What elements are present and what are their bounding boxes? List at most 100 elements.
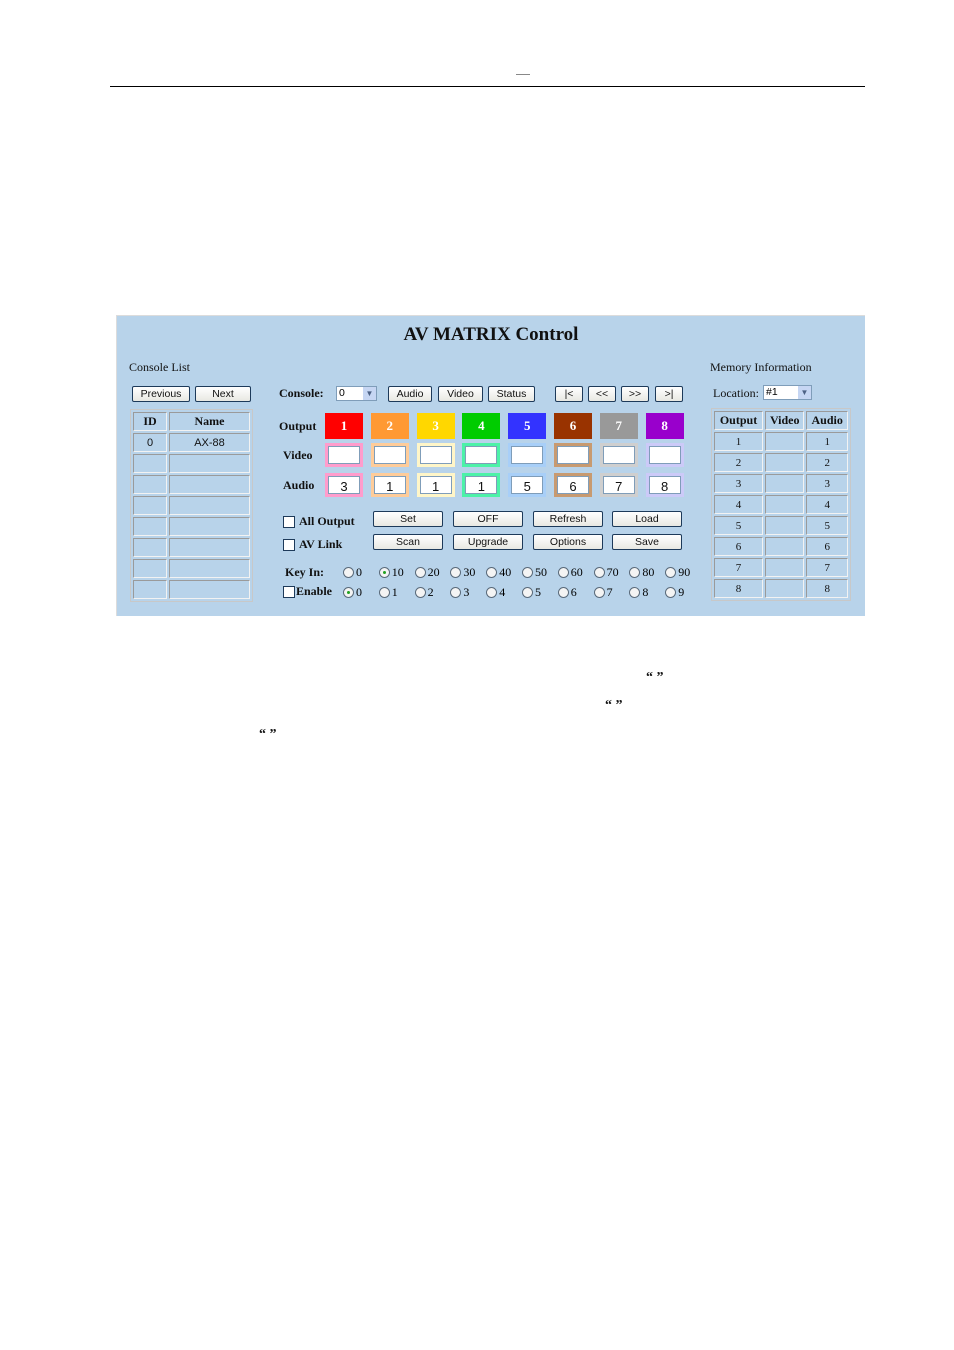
options-button[interactable]: Options	[533, 534, 603, 550]
key-in-radio-70[interactable]: 70	[593, 565, 619, 580]
audio-input-3[interactable]: 1	[416, 473, 455, 497]
enable-radio-1[interactable]: 1	[378, 585, 398, 600]
enable-radio-8[interactable]: 8	[629, 585, 648, 600]
video-input-7[interactable]	[599, 443, 638, 467]
video-input-8[interactable]	[645, 443, 684, 467]
radio-icon[interactable]	[557, 587, 569, 598]
av-link-checkbox[interactable]	[283, 539, 295, 551]
key-in-radio-20[interactable]: 20	[414, 565, 440, 580]
console-row[interactable]	[133, 496, 250, 515]
key-in-radio-50[interactable]: 50	[522, 565, 547, 580]
audio-input-8[interactable]: 8	[645, 473, 684, 497]
audio-value[interactable]: 7	[602, 476, 635, 494]
key-in-radio-40[interactable]: 40	[486, 565, 511, 580]
video-value[interactable]	[648, 446, 681, 464]
video-value[interactable]	[465, 446, 498, 464]
output-5-button[interactable]: 5	[508, 413, 547, 439]
console-select[interactable]: 0 ▼	[336, 386, 377, 401]
save-button[interactable]: Save	[612, 534, 682, 550]
key-in-radio-90[interactable]: 90	[665, 565, 690, 580]
radio-icon[interactable]	[343, 587, 354, 598]
radio-icon[interactable]	[593, 587, 605, 598]
radio-icon[interactable]	[522, 587, 533, 598]
radio-icon[interactable]	[450, 567, 462, 578]
video-value[interactable]	[511, 446, 544, 464]
enable-radio-0[interactable]: 0	[343, 585, 362, 600]
radio-icon[interactable]	[450, 587, 462, 598]
audio-value[interactable]: 8	[648, 476, 681, 494]
enable-radio-3[interactable]: 3	[450, 585, 469, 600]
console-row[interactable]: 0 AX-88	[133, 433, 250, 452]
audio-value[interactable]: 1	[373, 476, 406, 494]
output-7-button[interactable]: 7	[599, 413, 638, 439]
audio-button[interactable]: Audio	[388, 386, 432, 402]
radio-icon[interactable]	[414, 567, 426, 578]
radio-icon[interactable]	[378, 567, 390, 578]
enable-radio-2[interactable]: 2	[414, 585, 434, 600]
key-in-radio-0[interactable]: 0	[343, 565, 362, 580]
radio-icon[interactable]	[486, 587, 498, 598]
output-2-button[interactable]: 2	[370, 413, 409, 439]
radio-icon[interactable]	[665, 567, 677, 578]
enable-radio-7[interactable]: 7	[593, 585, 613, 600]
radio-icon[interactable]	[629, 567, 641, 578]
location-select[interactable]: #1 ▼	[763, 385, 812, 400]
radio-icon[interactable]	[486, 567, 498, 578]
key-in-radio-10[interactable]: 10	[378, 565, 404, 580]
status-button[interactable]: Status	[488, 386, 535, 402]
radio-icon[interactable]	[557, 567, 569, 578]
upgrade-button[interactable]: Upgrade	[453, 534, 523, 550]
off-button[interactable]: OFF	[453, 511, 523, 527]
prev-page-button[interactable]: <<	[588, 386, 616, 402]
radio-icon[interactable]	[414, 587, 426, 598]
video-input-5[interactable]	[508, 443, 547, 467]
console-row[interactable]	[133, 538, 250, 557]
enable-radio-4[interactable]: 4	[486, 585, 505, 600]
video-button[interactable]: Video	[438, 386, 483, 402]
video-value[interactable]	[328, 446, 360, 464]
load-button[interactable]: Load	[612, 511, 682, 527]
audio-value[interactable]: 6	[557, 476, 589, 494]
video-value[interactable]	[373, 446, 406, 464]
audio-input-7[interactable]: 7	[599, 473, 638, 497]
output-8-button[interactable]: 8	[645, 413, 684, 439]
previous-button[interactable]: Previous	[132, 386, 190, 402]
console-row[interactable]	[133, 475, 250, 494]
video-input-3[interactable]	[416, 443, 455, 467]
video-input-6[interactable]	[554, 443, 592, 467]
video-value[interactable]	[602, 446, 635, 464]
console-row[interactable]	[133, 580, 250, 599]
console-row[interactable]	[133, 517, 250, 536]
enable-radio-9[interactable]: 9	[665, 585, 684, 600]
set-button[interactable]: Set	[373, 511, 443, 527]
radio-icon[interactable]	[665, 587, 677, 598]
output-3-button[interactable]: 3	[416, 413, 455, 439]
audio-value[interactable]: 3	[328, 476, 360, 494]
output-6-button[interactable]: 6	[554, 413, 592, 439]
audio-input-4[interactable]: 1	[462, 473, 501, 497]
audio-input-2[interactable]: 1	[370, 473, 409, 497]
radio-icon[interactable]	[629, 587, 641, 598]
video-input-4[interactable]	[462, 443, 501, 467]
video-input-2[interactable]	[370, 443, 409, 467]
radio-icon[interactable]	[522, 567, 533, 578]
audio-value[interactable]: 5	[511, 476, 544, 494]
video-value[interactable]	[557, 446, 589, 464]
audio-value[interactable]: 1	[465, 476, 498, 494]
first-page-button[interactable]: |<	[555, 386, 583, 402]
chevron-down-icon[interactable]: ▼	[363, 387, 376, 400]
output-4-button[interactable]: 4	[462, 413, 501, 439]
console-row[interactable]	[133, 454, 250, 473]
radio-icon[interactable]	[378, 587, 390, 598]
key-in-radio-80[interactable]: 80	[629, 565, 654, 580]
radio-icon[interactable]	[593, 567, 605, 578]
enable-checkbox[interactable]	[283, 586, 295, 598]
video-value[interactable]	[419, 446, 452, 464]
radio-icon[interactable]	[343, 567, 354, 578]
audio-value[interactable]: 1	[419, 476, 452, 494]
audio-input-5[interactable]: 5	[508, 473, 547, 497]
audio-input-1[interactable]: 3	[325, 473, 363, 497]
chevron-down-icon[interactable]: ▼	[798, 386, 811, 399]
last-page-button[interactable]: >|	[655, 386, 683, 402]
video-input-1[interactable]	[325, 443, 363, 467]
